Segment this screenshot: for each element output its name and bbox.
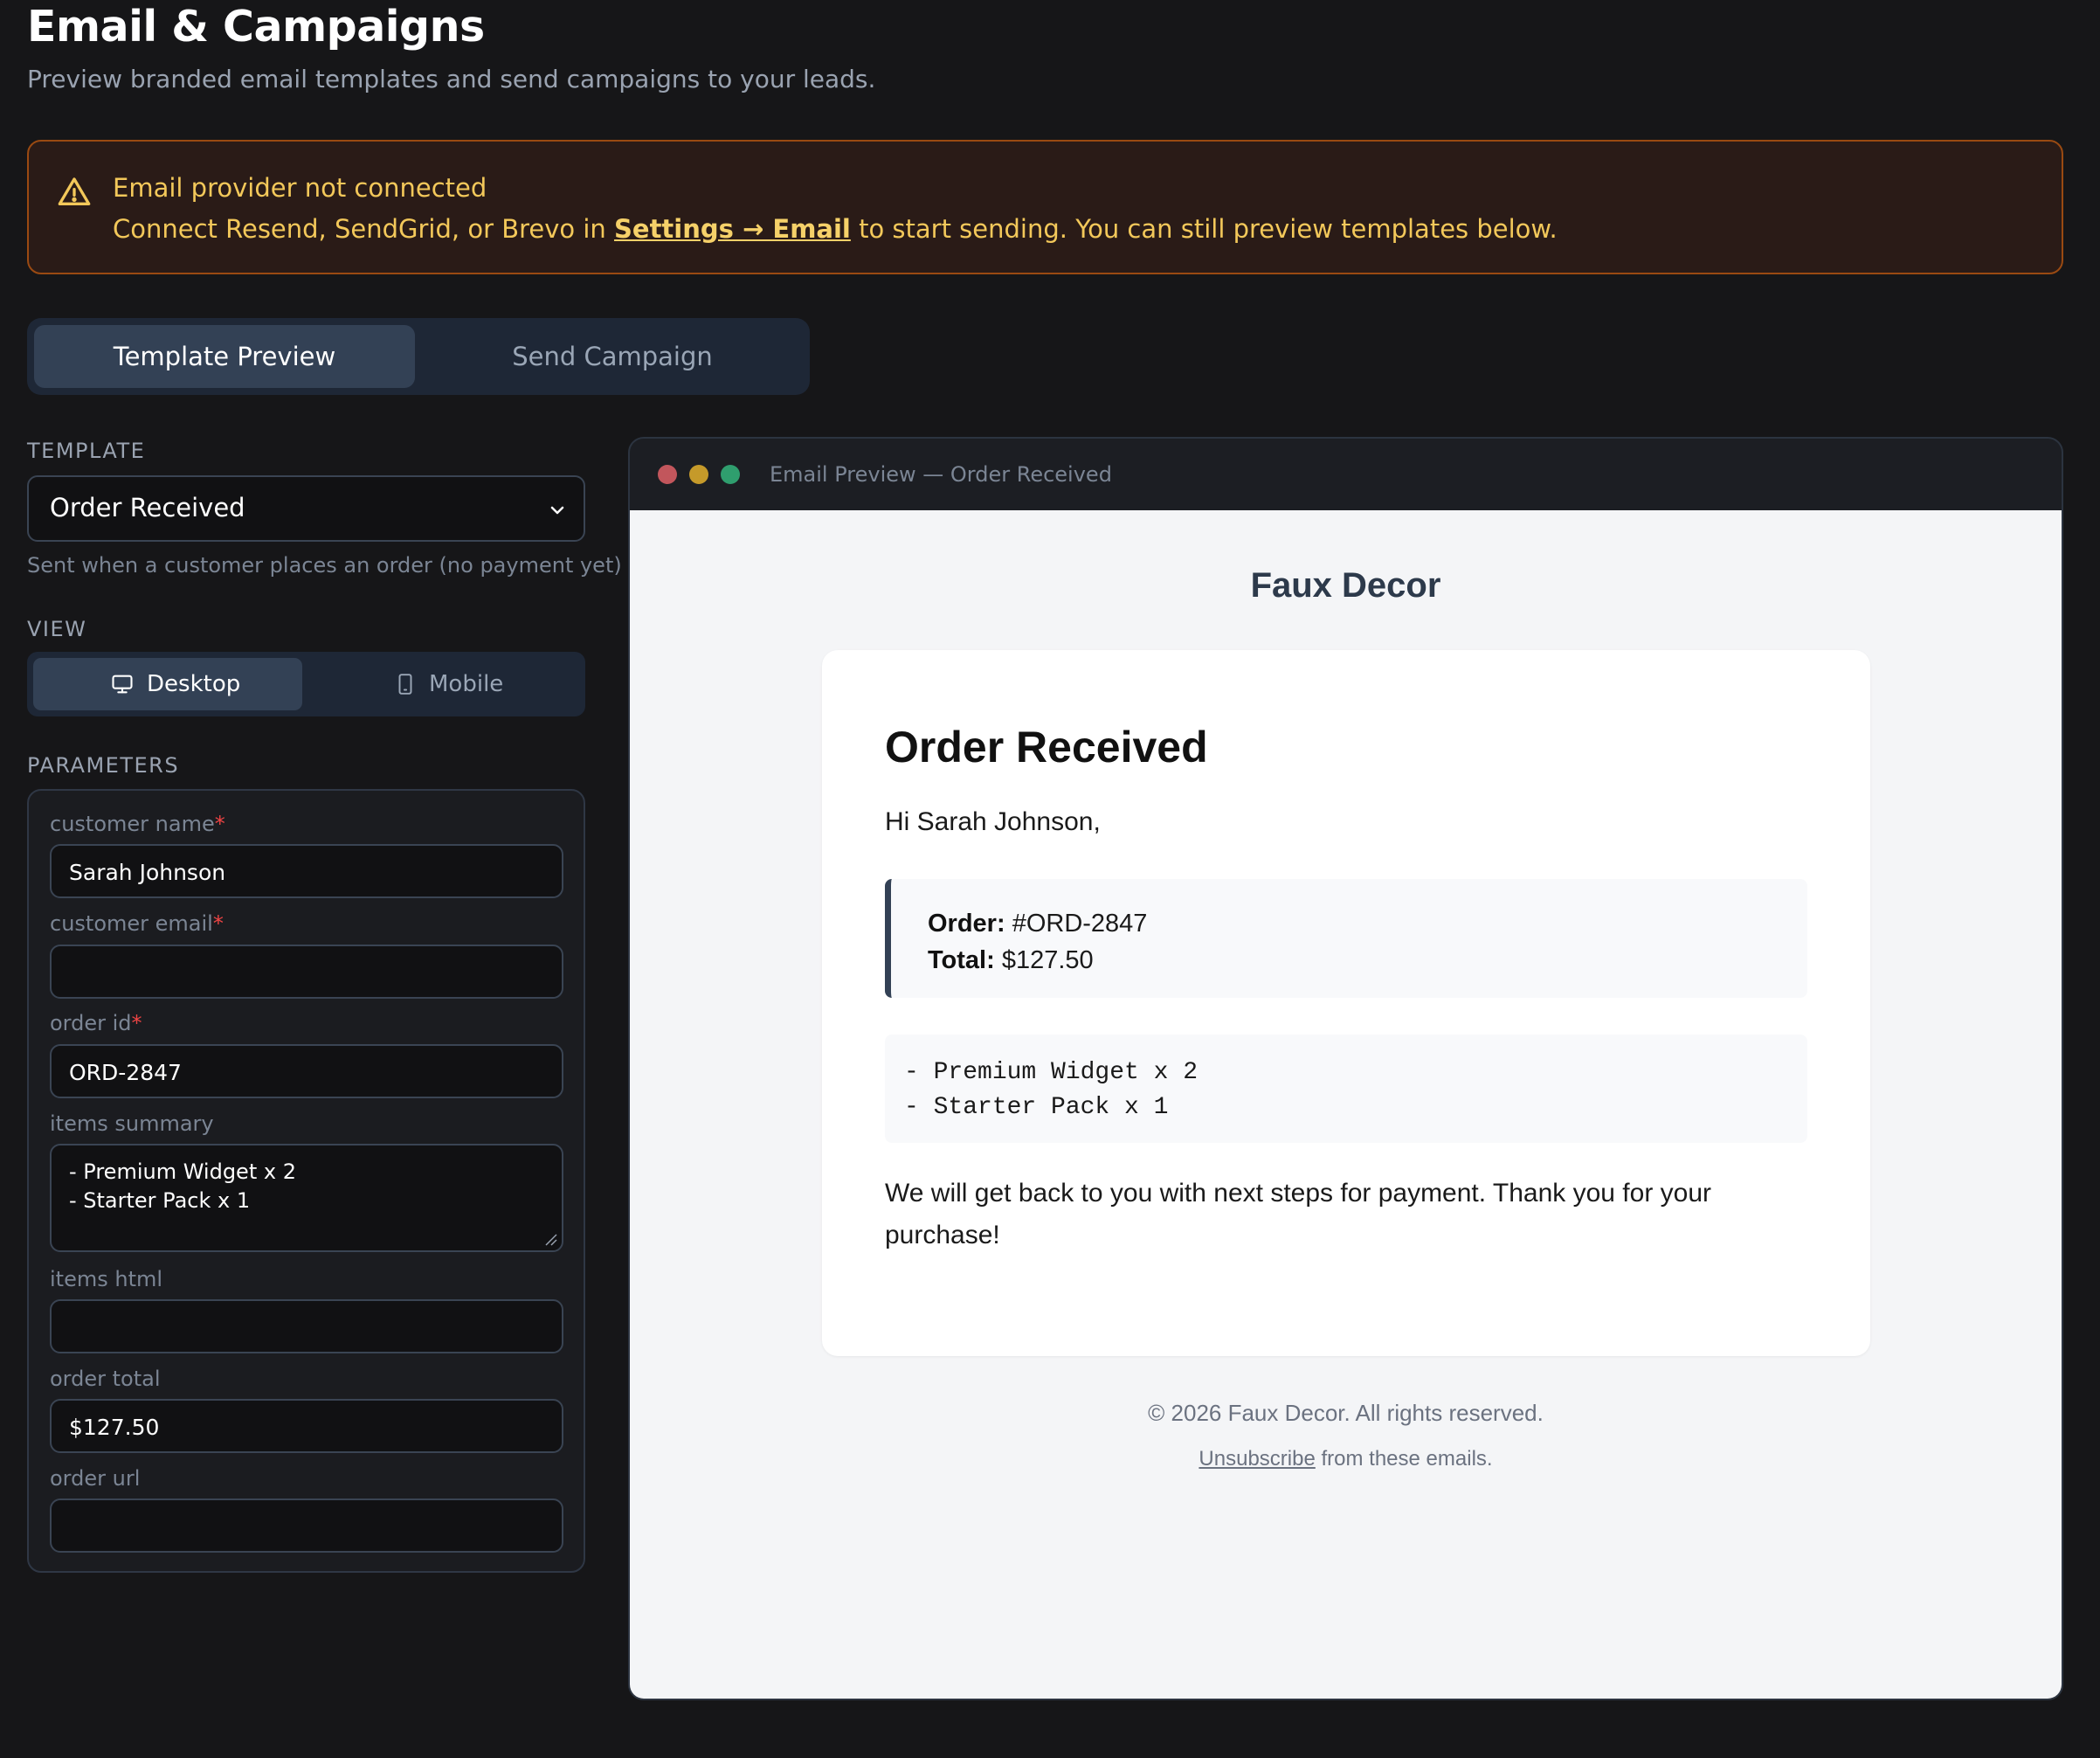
order-total-input[interactable]: $127.50 xyxy=(50,1399,563,1453)
email-preview-window: Email Preview — Order Received Faux Deco… xyxy=(628,437,2063,1700)
view-mobile-label: Mobile xyxy=(429,671,504,697)
preview-titlebar: Email Preview — Order Received xyxy=(630,439,2062,510)
parameters-label: PARAMETERS xyxy=(27,753,180,778)
customer-email-input[interactable] xyxy=(50,945,563,999)
view-toggle: Desktop Mobile xyxy=(27,652,585,716)
order-info-box: Order: #ORD-2847 Total: $127.50 xyxy=(885,879,1807,998)
alert-title: Email provider not connected xyxy=(113,173,487,203)
item-line: - Premium Widget x 2 xyxy=(904,1059,1199,1086)
alert-body-before: Connect Resend, SendGrid, or Brevo in xyxy=(113,214,615,244)
param-label-items-summary: items summary xyxy=(50,1111,214,1136)
tab-template-preview[interactable]: Template Preview xyxy=(34,325,415,388)
customer-name-input[interactable]: Sarah Johnson xyxy=(50,844,563,898)
required-marker: * xyxy=(131,1011,142,1035)
param-label-order-total: order total xyxy=(50,1367,161,1391)
view-mobile-button[interactable]: Mobile xyxy=(310,658,579,710)
order-id-input[interactable]: ORD-2847 xyxy=(50,1044,563,1098)
email-footer-unsubscribe: Unsubscribe from these emails. xyxy=(1199,1447,1493,1471)
window-dot-yellow xyxy=(689,465,708,484)
items-html-input[interactable] xyxy=(50,1299,563,1353)
order-line: Order: #ORD-2847 xyxy=(928,910,1148,938)
param-label-customer-email: customer email* xyxy=(50,911,224,936)
window-dot-red xyxy=(658,465,677,484)
email-body: Faux Decor Order Received Hi Sarah Johns… xyxy=(630,510,2062,1699)
total-line: Total: $127.50 xyxy=(928,946,1094,974)
alert-body-after: to start sending. You can still preview … xyxy=(850,214,1558,244)
window-dot-green xyxy=(721,465,740,484)
param-label-order-url: order url xyxy=(50,1466,141,1491)
param-label-customer-name: customer name* xyxy=(50,812,225,836)
items-summary-line: - Starter Pack x 1 xyxy=(69,1188,251,1213)
settings-email-link[interactable]: Settings → Email xyxy=(614,214,851,244)
order-url-input[interactable] xyxy=(50,1498,563,1553)
page-title: Email & Campaigns xyxy=(27,2,485,52)
items-box: - Premium Widget x 2 - Starter Pack x 1 xyxy=(885,1035,1807,1143)
view-label: VIEW xyxy=(27,617,87,641)
warning-triangle-icon xyxy=(58,177,91,205)
page-subtitle: Preview branded email templates and send… xyxy=(27,65,876,93)
view-desktop-button[interactable]: Desktop xyxy=(33,658,302,710)
mode-tabs: Template Preview Send Campaign xyxy=(27,318,810,395)
view-desktop-label: Desktop xyxy=(147,671,241,697)
email-card: Order Received Hi Sarah Johnson, Order: … xyxy=(822,650,1870,1356)
param-label-order-id: order id* xyxy=(50,1011,142,1035)
items-summary-line: - Premium Widget x 2 xyxy=(69,1159,296,1184)
email-greeting: Hi Sarah Johnson, xyxy=(885,807,1101,836)
provider-alert: Email provider not connected Connect Res… xyxy=(27,140,2063,274)
unsubscribe-link[interactable]: Unsubscribe xyxy=(1199,1447,1315,1471)
alert-body: Connect Resend, SendGrid, or Brevo in Se… xyxy=(113,214,1558,244)
phone-icon xyxy=(398,674,412,695)
monitor-icon xyxy=(112,675,133,694)
chevron-down-icon xyxy=(550,506,564,515)
template-hint: Sent when a customer places an order (no… xyxy=(27,553,622,578)
resize-handle-icon[interactable] xyxy=(541,1229,558,1247)
email-heading: Order Received xyxy=(885,723,1208,772)
template-select[interactable]: Order Received xyxy=(27,475,585,542)
email-footer-copyright: © 2026 Faux Decor. All rights reserved. xyxy=(1148,1400,1544,1426)
tab-send-campaign[interactable]: Send Campaign xyxy=(422,325,803,388)
required-marker: * xyxy=(214,812,225,836)
template-select-value: Order Received xyxy=(50,493,245,523)
param-label-items-html: items html xyxy=(50,1267,163,1291)
email-closing: We will get back to you with next steps … xyxy=(885,1179,1712,1249)
parameters-panel: customer name* Sarah Johnson customer em… xyxy=(27,789,585,1573)
items-summary-textarea[interactable]: - Premium Widget x 2 - Starter Pack x 1 xyxy=(50,1144,563,1252)
email-brand: Faux Decor xyxy=(1250,566,1441,605)
preview-window-title: Email Preview — Order Received xyxy=(770,462,1112,487)
template-label: TEMPLATE xyxy=(27,439,146,463)
item-line: - Starter Pack x 1 xyxy=(904,1094,1169,1121)
required-marker: * xyxy=(212,911,224,936)
